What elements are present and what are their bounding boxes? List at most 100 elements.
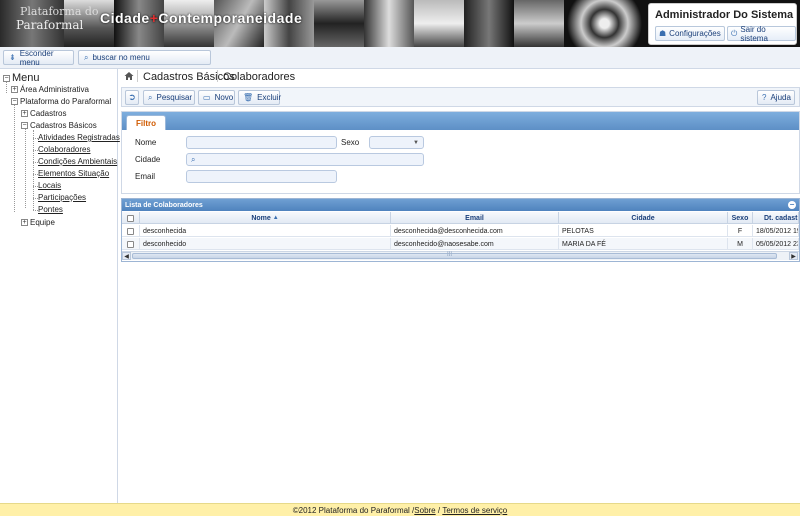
sidebar-menu: − Menu + Área Administrativa − Plataforma d… (0, 69, 120, 503)
expand-icon: + (21, 219, 28, 226)
city-field[interactable]: ⌕ (186, 153, 424, 166)
cell-date: 18/05/2012 19:0 (753, 225, 799, 237)
delete-button-label: Excluir (257, 93, 282, 102)
expand-icon: + (21, 110, 28, 117)
name-field[interactable] (186, 136, 337, 149)
top-toolbar: ⇟ Esconder menu ⌕ buscar no menu (0, 47, 800, 69)
collapse-icon[interactable]: − (788, 201, 796, 209)
header-banner: Plataforma do Paraformal Cidade+Contempo… (0, 0, 800, 47)
new-button[interactable]: ▭ Novo (198, 90, 235, 105)
hide-menu-label: Esconder menu (19, 48, 54, 67)
settings-label: Configurações (669, 29, 721, 38)
delete-button[interactable]: 🗑 Excluir (238, 90, 282, 105)
horizontal-scrollbar[interactable]: ◀ ⁞⁞⁞ ▶ (122, 251, 799, 260)
sidebar-item-participacoes[interactable]: Participações (38, 193, 86, 202)
site-title-part1: Cidade (100, 10, 150, 26)
cell-email: desconhecida@desconhecida.com (391, 225, 559, 237)
row-checkbox[interactable] (122, 225, 140, 237)
user-icon: ☗ (659, 29, 667, 38)
tab-filtro[interactable]: Filtro (126, 115, 166, 130)
scroll-left-icon[interactable]: ◀ (122, 252, 131, 260)
sidebar-item-label: Elementos Situação (38, 169, 110, 178)
settings-button[interactable]: ☗ Configurações (655, 26, 725, 41)
logout-button[interactable]: ⏻ Sair do sistema (727, 25, 796, 43)
tree-item-equipe[interactable]: + Equipe (21, 218, 55, 227)
scrollbar-thumb[interactable] (132, 253, 777, 259)
filter-tabbar: Filtro (122, 112, 799, 130)
sidebar-item-condicoes[interactable]: Condições Ambientais (38, 157, 117, 166)
sidebar-item-colaboradores[interactable]: Colaboradores (38, 145, 90, 154)
help-button[interactable]: ? Ajuda (757, 90, 795, 105)
footer: ©2012 Plataforma do Paraformal / Sobre /… (0, 503, 800, 516)
sidebar-item-label: Locais (38, 181, 62, 190)
main-content: Cadastros Básicos Colaboradores ➲ ⌕ Pesqu… (121, 69, 800, 503)
hide-menu-button[interactable]: ⇟ Esconder menu (3, 48, 74, 67)
sex-label: Sexo (341, 138, 360, 147)
logo: Plataforma do Paraformal (2, 2, 110, 44)
tree-root-menu[interactable]: − Menu (3, 72, 40, 84)
column-header-sex[interactable]: Sexo (728, 212, 753, 224)
cell-name: desconhecida (140, 225, 391, 237)
cell-name: desconhecido (140, 238, 391, 250)
back-button[interactable]: ➲ (125, 90, 139, 105)
home-icon[interactable] (124, 71, 134, 81)
column-header-email[interactable]: Email (391, 212, 559, 224)
search-button[interactable]: ⌕ Pesquisar (143, 90, 195, 105)
table-row[interactable]: desconhecida desconhecida@desconhecida.c… (122, 225, 799, 237)
sidebar-item-pontes[interactable]: Pontes (38, 205, 63, 214)
email-label: Email (135, 172, 156, 181)
pin-icon: ⇟ (9, 53, 16, 62)
cell-city: MARIA DA FÉ (559, 238, 728, 250)
sidebar-item-elementos[interactable]: Elementos Situação (38, 169, 109, 178)
cell-city: PELOTAS (559, 225, 728, 237)
search-menu-button[interactable]: ⌕ buscar no menu (78, 50, 211, 65)
tree-item-label: Equipe (30, 218, 55, 227)
tree-item-label: Cadastros (30, 109, 67, 118)
tree-item-label: Plataforma do Paraformal (20, 97, 112, 106)
sex-select[interactable]: ▼ (369, 136, 424, 149)
footer-about-link[interactable]: Sobre (414, 506, 435, 515)
sidebar-item-locais[interactable]: Locais (38, 181, 61, 190)
tree-item-cadastros[interactable]: + Cadastros (21, 109, 66, 118)
sort-ascending-icon: ▲ (272, 215, 279, 221)
select-all-checkbox[interactable] (122, 212, 140, 224)
help-button-label: Ajuda (770, 93, 791, 102)
breadcrumb-cadastros-basicos[interactable]: Cadastros Básicos (143, 71, 235, 83)
trash-icon: 🗑 (243, 93, 254, 102)
search-icon: ⌕ (148, 92, 153, 102)
tree-item-area-admin[interactable]: + Área Administrativa (11, 85, 89, 94)
search-icon: ⌕ (191, 154, 196, 164)
cell-date: 05/05/2012 23:3 (753, 238, 799, 250)
breadcrumb-colaboradores: Colaboradores (223, 71, 296, 83)
footer-terms-link[interactable]: Termos de serviço (442, 506, 507, 515)
email-field[interactable] (186, 170, 337, 183)
scroll-right-icon[interactable]: ▶ (789, 252, 798, 260)
filter-panel: Filtro Nome Sexo ▼ Cidade ⌕ Email (121, 111, 800, 194)
table-title-label: Lista de Colaboradores (125, 201, 203, 209)
sidebar-item-label: Participações (38, 193, 87, 202)
cell-email: desconhecido@naosesabe.com (391, 238, 559, 250)
column-header-city[interactable]: Cidade (559, 212, 728, 224)
sidebar-item-atividades[interactable]: Atividades Registradas (38, 133, 120, 142)
search-button-label: Pesquisar (156, 93, 193, 102)
expand-icon: + (11, 86, 18, 93)
tree-item-label: Cadastros Básicos (30, 121, 97, 130)
cell-sex: F (728, 225, 753, 237)
collapse-icon: − (21, 122, 28, 129)
row-checkbox[interactable] (122, 238, 140, 250)
search-menu-label: buscar no menu (92, 53, 150, 62)
tree-item-plataforma[interactable]: − Plataforma do Paraformal (11, 97, 111, 106)
footer-separator: / (435, 505, 443, 515)
city-label: Cidade (135, 155, 161, 164)
tree-item-label: Área Administrativa (20, 85, 89, 94)
tree-item-cadastros-basicos[interactable]: − Cadastros Básicos (21, 121, 97, 130)
table-row[interactable]: desconhecido desconhecido@naosesabe.com … (122, 238, 799, 250)
column-header-date[interactable]: Dt. cadastro (753, 212, 799, 224)
action-toolbar: ➲ ⌕ Pesquisar ▭ Novo 🗑 Excluir ? Ajuda (121, 87, 800, 107)
logo-line1: Plataforma do (20, 5, 99, 18)
sidebar-item-label: Colaboradores (38, 145, 91, 154)
cell-sex: M (728, 238, 753, 250)
column-header-name[interactable]: Nome ▲ (140, 212, 391, 224)
collapse-icon: − (11, 98, 18, 105)
search-icon: ⌕ (84, 52, 89, 62)
